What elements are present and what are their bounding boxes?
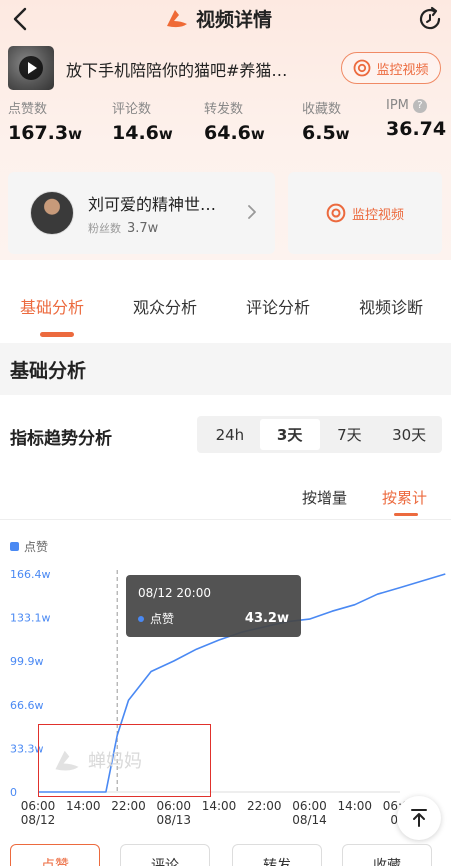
chart-tooltip: 08/12 20:00 点赞 43.2w (126, 575, 301, 637)
stat-shares: 转发数 64.6w (204, 98, 265, 144)
metric-favorites[interactable]: 收藏 (342, 844, 432, 866)
monitor-video-button[interactable]: 监控视频 (341, 52, 441, 84)
stat-likes: 点赞数 167.3w (8, 98, 82, 144)
stat-label: 评论数 (112, 102, 152, 117)
monitor-author-button[interactable]: 监控视频 (288, 172, 442, 254)
trend-row: 指标趋势分析 24h 3天 7天 30天 (0, 412, 451, 456)
stats-row: 点赞数 167.3w 评论数 14.6w 转发数 64.6w 收藏数 6.5w … (0, 98, 451, 154)
back-arrow-icon (13, 7, 27, 31)
metric-likes[interactable]: 点赞 (10, 844, 100, 866)
stat-label: IPM? (386, 98, 446, 113)
target-icon (354, 59, 371, 77)
author-avatar (30, 191, 74, 235)
range-24h[interactable]: 24h (200, 419, 260, 450)
stat-label: 收藏数 (302, 102, 342, 117)
time-range-selector: 24h 3天 7天 30天 (197, 416, 442, 453)
range-30d[interactable]: 30天 (379, 419, 439, 450)
stat-value: 14.6w (112, 122, 173, 144)
video-info-row: 放下手机陪陪你的猫吧#养猫… 监控视频 (8, 46, 444, 92)
active-tab-indicator (40, 332, 74, 337)
metric-shares[interactable]: 转发 (232, 844, 322, 866)
top-bar: 视频详情 (0, 0, 451, 40)
target-icon (326, 203, 346, 223)
section-title: 基础分析 (10, 360, 87, 382)
stat-value: 64.6w (204, 122, 265, 144)
mode-increment[interactable]: 按增量 (302, 487, 347, 508)
video-thumbnail[interactable] (8, 46, 54, 90)
chanmama-logo-icon (167, 10, 187, 28)
stat-value: 167.3w (8, 122, 82, 144)
tooltip-row: 点赞 43.2w (138, 610, 289, 627)
author-card[interactable]: 刘可爱的精神世… 粉丝数 3.7w (8, 172, 275, 254)
stat-value: 6.5w (302, 122, 350, 144)
play-icon (19, 56, 43, 80)
page-title: 视频详情 (164, 4, 272, 32)
stat-ipm: IPM? 36.74 (386, 98, 446, 140)
range-7d[interactable]: 7天 (320, 419, 380, 450)
metric-comments[interactable]: 评论 (120, 844, 210, 866)
legend-swatch (10, 542, 19, 551)
section-header: 基础分析 (0, 343, 451, 395)
stat-favorites: 收藏数 6.5w (302, 98, 350, 144)
back-button[interactable] (6, 4, 36, 34)
stat-label: 点赞数 (8, 102, 48, 117)
tooltip-time: 08/12 20:00 (138, 586, 211, 600)
tab-comment-analysis[interactable]: 评论分析 (246, 294, 310, 318)
video-title: 放下手机陪陪你的猫吧#养猫… (66, 61, 288, 80)
range-3d[interactable]: 3天 (259, 419, 320, 450)
tooltip-value: 43.2w (244, 611, 289, 626)
monitor-author-label: 监控视频 (351, 207, 404, 223)
page-title-text: 视频详情 (196, 8, 273, 31)
help-icon[interactable]: ? (412, 98, 427, 113)
chevron-right-icon (248, 205, 256, 219)
refresh-button[interactable] (415, 4, 445, 34)
tab-basic-analysis[interactable]: 基础分析 (20, 294, 84, 318)
stat-value: 36.74 (386, 118, 447, 140)
scroll-to-top-button[interactable] (397, 796, 441, 840)
monitor-video-label: 监控视频 (376, 62, 429, 78)
refresh-clock-icon (419, 6, 441, 30)
author-name: 刘可爱的精神世… (88, 195, 217, 214)
mode-row: 按增量 按累计 (0, 480, 451, 520)
analysis-tabs: 基础分析 观众分析 评论分析 视频诊断 (0, 282, 451, 342)
chart-legend: 点赞 (10, 538, 48, 555)
legend-label: 点赞 (24, 540, 49, 554)
tooltip-label: 点赞 (150, 612, 175, 626)
mode-cumulative[interactable]: 按累计 (382, 487, 427, 508)
stat-label: 转发数 (204, 102, 244, 117)
tab-video-diagnosis[interactable]: 视频诊断 (359, 294, 423, 318)
arrow-up-icon (411, 809, 427, 827)
trend-title: 指标趋势分析 (10, 429, 112, 449)
annotation-highlight-box (38, 724, 211, 797)
active-mode-indicator (394, 513, 418, 516)
tooltip-dot (138, 615, 144, 622)
stat-comments: 评论数 14.6w (112, 98, 173, 144)
author-fans: 粉丝数 3.7w (88, 221, 159, 236)
metric-tabs: 点赞 评论 转发 收藏 (0, 844, 451, 866)
tab-audience-analysis[interactable]: 观众分析 (133, 294, 197, 318)
